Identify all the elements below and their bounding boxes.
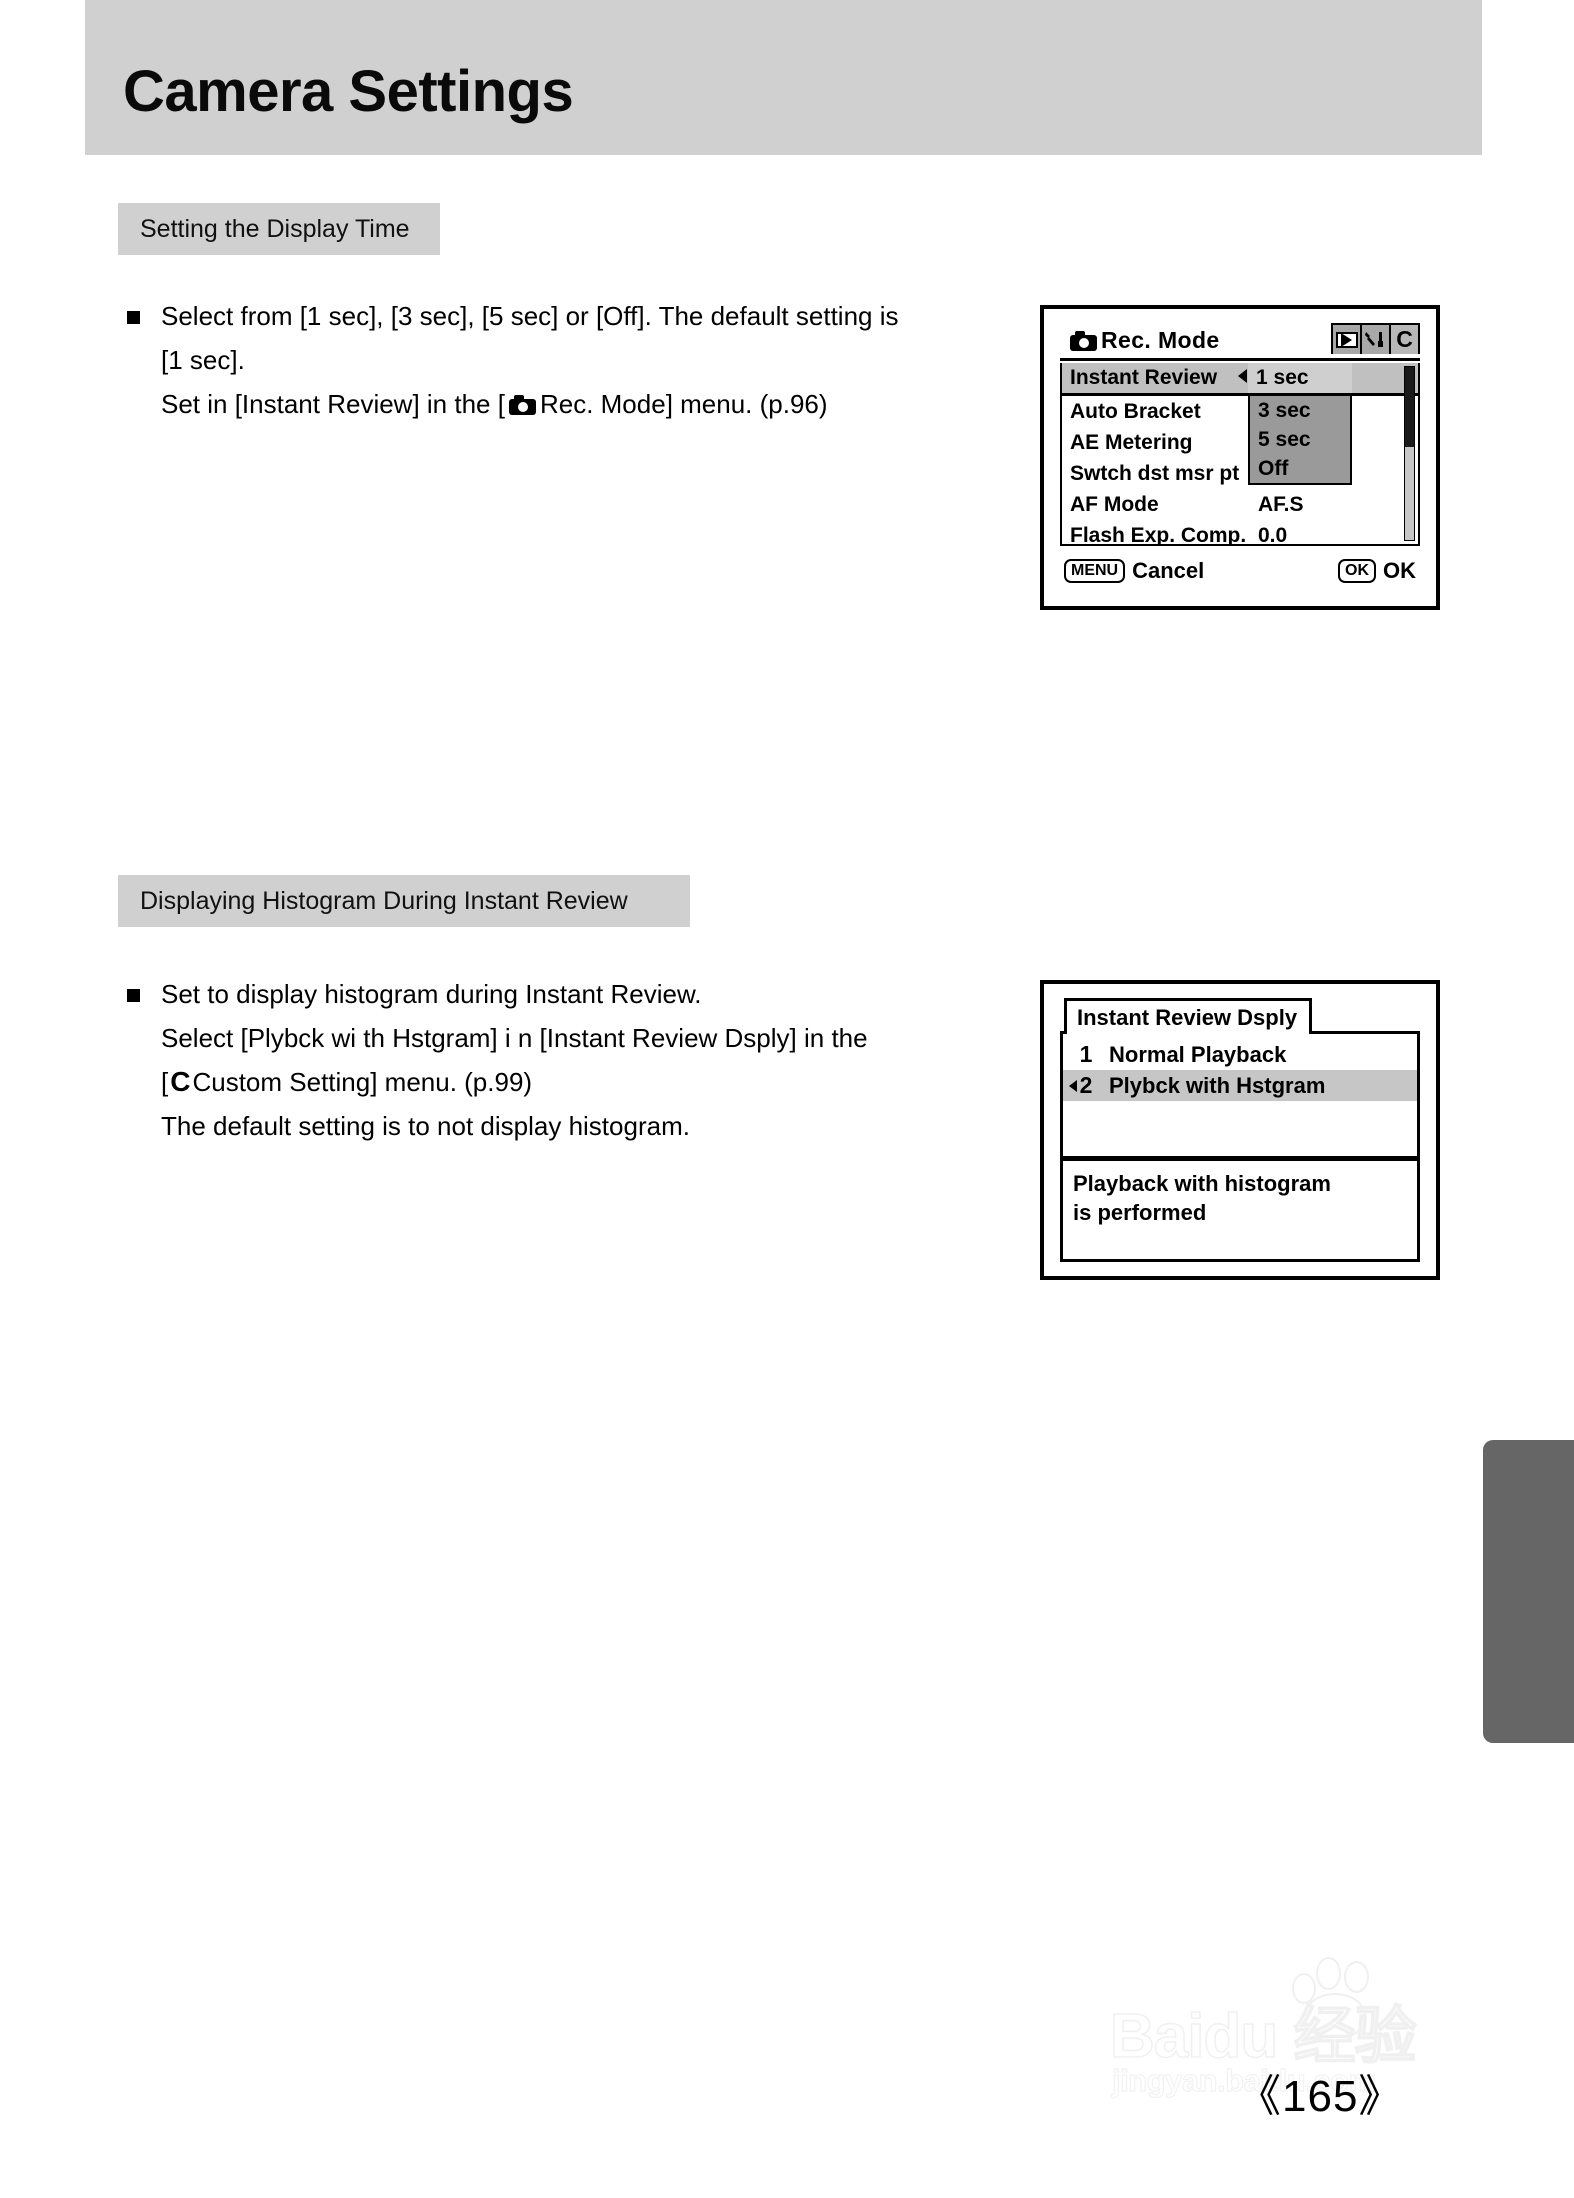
bullet-item: Select from [1 sec], [3 sec], [5 sec] or… [127, 294, 947, 338]
body-line-2: Select [Plybck wi th Hstgram] i n [Insta… [161, 1023, 868, 1053]
dropdown-option-5sec[interactable]: 5 sec [1250, 425, 1350, 454]
menu-row-auto-bracket[interactable]: Auto Bracket [1062, 396, 1418, 427]
dsply-option-number: 1 [1079, 1041, 1093, 1067]
ok-label: OK [1383, 558, 1416, 583]
camera-icon [508, 395, 536, 415]
menu-label: Swtch dst msr pt [1070, 461, 1240, 485]
bullet-square-icon [127, 311, 140, 324]
dsply-cursor-icon [1069, 1080, 1077, 1092]
lcd-inner-dsply: Instant Review Dsply 1 Normal Playback 2… [1060, 998, 1420, 1262]
dsply-description-line-1: Playback with histogram [1073, 1171, 1331, 1196]
menu-label: Instant Review [1070, 366, 1218, 389]
body-line-3-pre: Set in [Instant Review] in the [ [161, 389, 505, 419]
dsply-option-label: Plybck with Hstgram [1109, 1072, 1326, 1098]
lcd-footer-bar: MENU Cancel OK OK [1060, 550, 1420, 592]
cancel-label: Cancel [1132, 558, 1205, 583]
baidu-paw-icon [1278, 1955, 1388, 2039]
body-line-3-post: Rec. Mode] menu. (p.96) [539, 389, 828, 419]
lcd-tab-strip: C [1331, 323, 1420, 354]
menu-row-af-mode[interactable]: AF Mode AF.S [1062, 489, 1418, 520]
body-line-3: [CCustom Setting] menu. (p.99) [127, 1060, 957, 1104]
body-line-3-post: Custom Setting] menu. (p.99) [192, 1067, 533, 1097]
dsply-title-tab: Instant Review Dsply [1064, 998, 1313, 1034]
section-body-display-time: Select from [1 sec], [3 sec], [5 sec] or… [127, 294, 947, 426]
menu-value: 0.0 [1258, 523, 1288, 546]
lcd-screenshot-instant-review-dsply: Instant Review Dsply 1 Normal Playback 2… [1040, 980, 1440, 1280]
dsply-option-label: Normal Playback [1109, 1041, 1287, 1067]
body-line-2: [1 sec]. [161, 345, 245, 375]
dsply-description-line-2: is performed [1073, 1200, 1207, 1225]
dropdown-option-off[interactable]: Off [1250, 454, 1350, 483]
ok-key-badge: OK [1338, 559, 1376, 583]
tab-custom-label: C [1396, 326, 1413, 352]
dropdown-cursor-icon [1238, 369, 1247, 383]
section-header-histogram: Displaying Histogram During Instant Revi… [118, 875, 690, 927]
lcd-titlebar: Rec. Mode C [1060, 323, 1420, 361]
lcd-screenshot-rec-mode: Rec. Mode C Instant Review Auto Bracket … [1040, 305, 1440, 610]
page-edge-tab-marker [1483, 1440, 1574, 1743]
dropdown-selected-value[interactable]: 1 sec [1248, 363, 1352, 396]
menu-label: Flash Exp. Comp. [1070, 523, 1247, 546]
tab-custom-setting[interactable]: C [1389, 323, 1420, 354]
tab-tools-icon[interactable] [1360, 323, 1391, 354]
menu-value: AF.S [1258, 492, 1304, 516]
menu-key-badge: MENU [1064, 559, 1126, 583]
menu-row-ae-metering[interactable]: AE Metering [1062, 427, 1418, 458]
section-body-histogram: Set to display histogram during Instant … [127, 972, 957, 1148]
footer-ok-group[interactable]: OK OK [1338, 558, 1416, 584]
dsply-option-normal-playback[interactable]: 1 Normal Playback [1063, 1039, 1417, 1070]
menu-scrollbar[interactable] [1404, 366, 1415, 541]
dsply-description: Playback with histogram is performed [1073, 1169, 1409, 1227]
tab-playback-icon[interactable] [1331, 323, 1362, 354]
body-line-3: Set in [Instant Review] in the [ Rec. Mod… [127, 382, 947, 426]
section-header-display-time: Setting the Display Time [118, 203, 440, 255]
menu-row-swtch-dst-msr-pt[interactable]: Swtch dst msr pt [1062, 458, 1418, 489]
rec-mode-camera-icon [1070, 330, 1097, 351]
custom-setting-c-icon: C [170, 1066, 191, 1097]
dropdown-option-3sec[interactable]: 3 sec [1250, 396, 1350, 425]
menu-scrollbar-thumb[interactable] [1405, 367, 1414, 447]
lcd-title: Rec. Mode [1101, 327, 1220, 353]
section-header-label: Displaying Histogram During Instant Revi… [140, 887, 628, 915]
page-number: 《165》 [1237, 2072, 1404, 2121]
lcd-inner-rec-mode: Rec. Mode C Instant Review Auto Bracket … [1060, 323, 1420, 592]
body-line-1: Select from [1 sec], [3 sec], [5 sec] or… [161, 301, 899, 331]
menu-row-flash-exp-comp[interactable]: Flash Exp. Comp. 0.0 [1062, 520, 1418, 546]
dsply-option-list: 1 Normal Playback 2 Plybck with Hstgram [1063, 1039, 1417, 1161]
menu-label: AF Mode [1070, 492, 1159, 516]
page-title: Camera Settings [123, 59, 574, 124]
body-line-1: Set to display histogram during Instant … [161, 979, 702, 1009]
bullet-square-icon [127, 989, 140, 1002]
menu-label: Auto Bracket [1070, 399, 1201, 423]
dsply-body: 1 Normal Playback 2 Plybck with Hstgram … [1060, 1031, 1420, 1262]
body-line-4: The default setting is to not display hi… [161, 1111, 690, 1141]
dsply-option-plybck-with-hstgram[interactable]: 2 Plybck with Hstgram [1063, 1070, 1417, 1101]
bullet-item: Set to display histogram during Instant … [127, 972, 957, 1016]
wrench-screwdriver-icon [1364, 331, 1383, 347]
section-header-label: Setting the Display Time [140, 215, 410, 243]
lcd-menu-list: Instant Review Auto Bracket AE Metering … [1060, 363, 1420, 546]
dropdown-instant-review-options[interactable]: 3 sec 5 sec Off [1248, 396, 1352, 485]
footer-cancel-group[interactable]: MENU Cancel [1064, 558, 1204, 584]
menu-label: AE Metering [1070, 430, 1193, 454]
